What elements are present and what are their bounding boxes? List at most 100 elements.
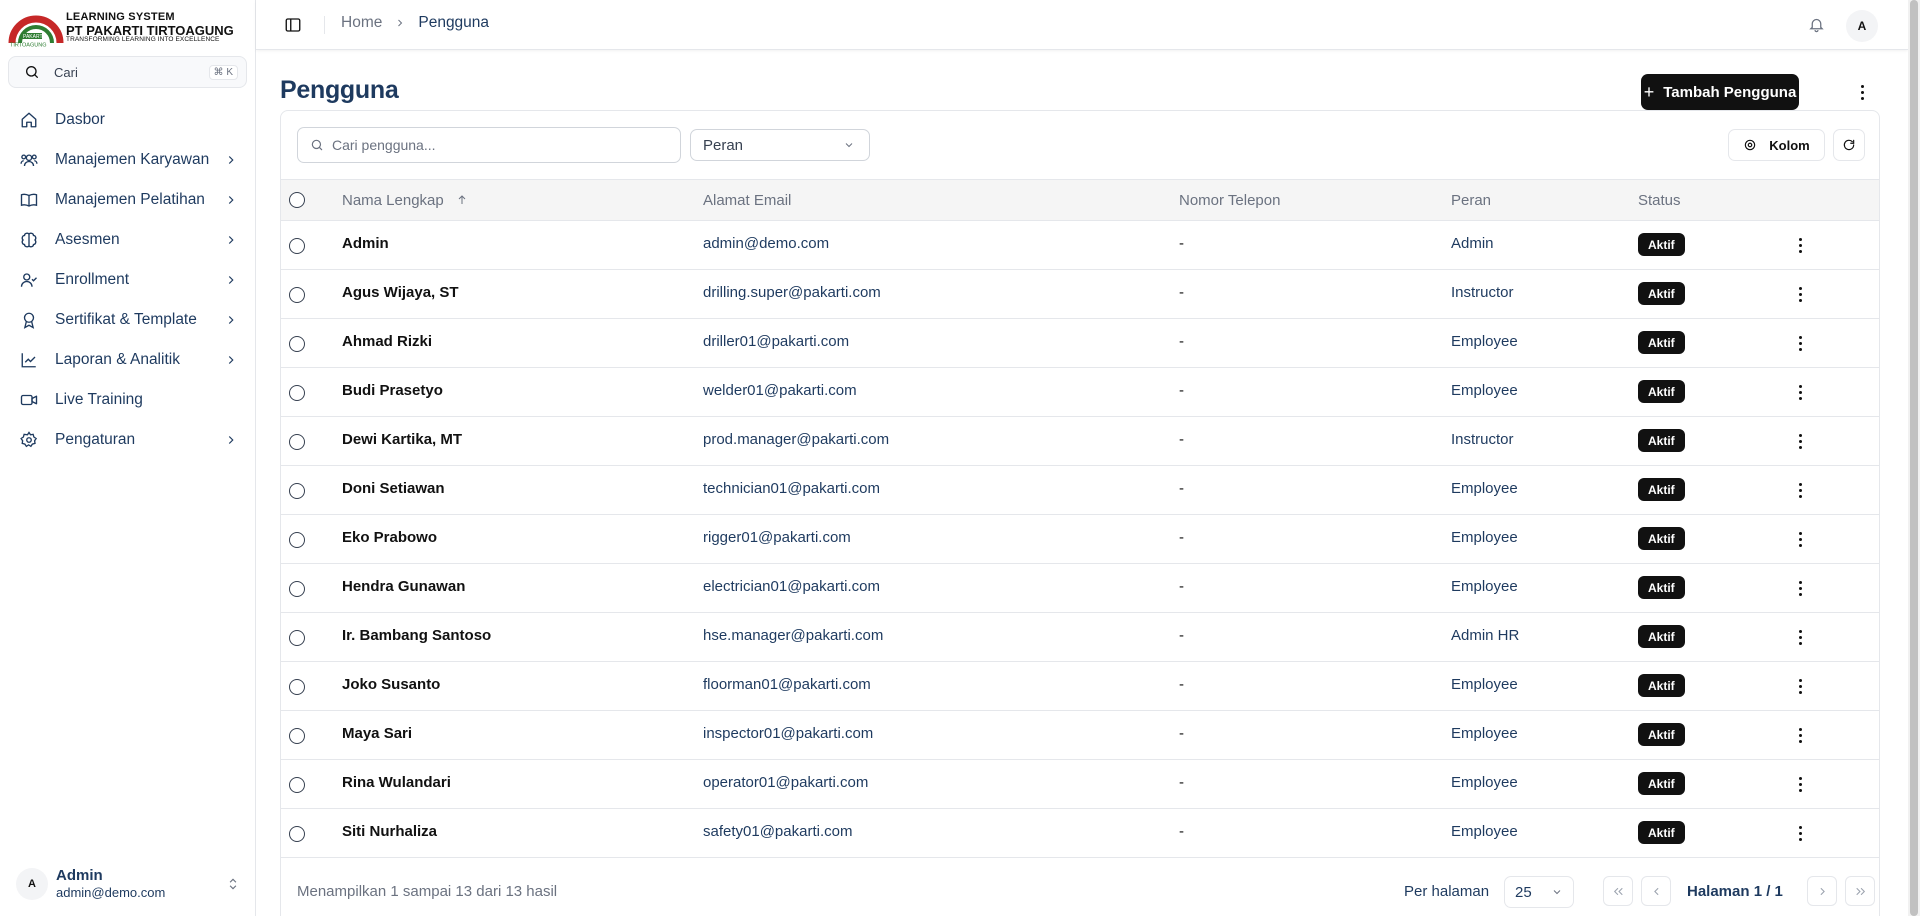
table-row[interactable]: Hendra Gunawan electrician01@pakarti.com… [281,564,1879,613]
cell-email: admin@demo.com [703,235,830,252]
sidebar-item-laporan-analitik[interactable]: Laporan & Analitik [8,340,248,380]
sidebar-toggle-icon[interactable] [284,16,302,34]
table-row[interactable]: Admin admin@demo.com - Admin Aktif [281,221,1879,270]
table-row[interactable]: Maya Sari inspector01@pakarti.com - Empl… [281,711,1879,760]
select-all-checkbox[interactable] [289,192,305,208]
cell-role: Employee [1451,333,1518,350]
row-checkbox[interactable] [289,287,305,303]
row-checkbox[interactable] [289,826,305,842]
table-row[interactable]: Joko Susanto floorman01@pakarti.com - Em… [281,662,1879,711]
row-actions-button[interactable] [1795,723,1805,747]
row-checkbox[interactable] [289,777,305,793]
header-name[interactable]: Nama Lengkap [342,192,468,209]
cell-role: Employee [1451,529,1518,546]
refresh-icon [1843,139,1855,151]
role-filter-select[interactable]: Peran [690,129,870,161]
row-checkbox[interactable] [289,336,305,352]
sidebar-item-enrollment[interactable]: Enrollment [8,260,248,300]
row-actions-button[interactable] [1795,576,1805,600]
brand-logo[interactable]: PAKARTI TIRTOAGUNG LEARNING SYSTEM PT PA… [8,8,248,49]
page-scrollbar[interactable] [1908,0,1920,916]
header-role[interactable]: Peran [1451,192,1491,209]
user-menu[interactable]: A Admin admin@demo.com [8,860,248,908]
sidebar-item-manajemen-karyawan[interactable]: Manajemen Karyawan [8,140,248,180]
table-row[interactable]: Rina Wulandari operator01@pakarti.com - … [281,760,1879,809]
row-actions-button[interactable] [1795,674,1805,698]
table-body: Admin admin@demo.com - Admin Aktif Agus … [281,221,1879,858]
user-search-field[interactable] [297,127,681,163]
row-actions-button[interactable] [1795,772,1805,796]
table-row[interactable]: Ahmad Rizki driller01@pakarti.com - Empl… [281,319,1879,368]
row-actions-button[interactable] [1795,625,1805,649]
user-check-icon [20,271,38,289]
cell-email: prod.manager@pakarti.com [703,431,890,448]
sidebar-search[interactable]: Cari ⌘ K [8,56,247,88]
sidebar-item-sertifikat-template[interactable]: Sertifikat & Template [8,300,248,340]
row-actions-button[interactable] [1795,429,1805,453]
sidebar-item-dasbor[interactable]: Dasbor [8,100,248,140]
table-row[interactable]: Dewi Kartika, MT prod.manager@pakarti.co… [281,417,1879,466]
cell-role: Employee [1451,480,1518,497]
row-checkbox[interactable] [289,630,305,646]
last-page-button[interactable] [1845,876,1875,906]
refresh-button[interactable] [1833,129,1865,161]
cell-role: Employee [1451,823,1518,840]
prev-page-button[interactable] [1641,876,1671,906]
sidebar-item-manajemen-pelatihan[interactable]: Manajemen Pelatihan [8,180,248,220]
row-checkbox[interactable] [289,581,305,597]
row-checkbox[interactable] [289,385,305,401]
status-badge: Aktif [1638,478,1685,501]
cell-name: Joko Susanto [342,676,441,693]
table-row[interactable]: Siti Nurhaliza safety01@pakarti.com - Em… [281,809,1879,858]
row-actions-button[interactable] [1795,821,1805,845]
breadcrumb-home[interactable]: Home [341,14,382,32]
table-header: Nama Lengkap Alamat Email Nomor Telepon … [281,179,1879,221]
row-actions-button[interactable] [1795,380,1805,404]
cell-phone: - [1179,627,1184,644]
row-actions-button[interactable] [1795,282,1805,306]
cell-role: Admin [1451,235,1494,252]
row-actions-button[interactable] [1795,331,1805,355]
user-search-input[interactable] [332,137,672,153]
bell-icon[interactable] [1808,16,1825,33]
scrollbar-thumb[interactable] [1910,0,1918,916]
columns-label: Kolom [1769,137,1810,153]
cell-name: Ir. Bambang Santoso [342,627,492,644]
sidebar-item-asesmen[interactable]: Asesmen [8,220,248,260]
page-more-button[interactable] [1854,80,1870,104]
sidebar-item-pengaturan[interactable]: Pengaturan [8,420,248,460]
header-avatar[interactable]: A [1846,10,1878,42]
row-checkbox[interactable] [289,728,305,744]
row-checkbox[interactable] [289,532,305,548]
cell-phone: - [1179,529,1184,546]
header-status[interactable]: Status [1638,192,1681,209]
per-page-select[interactable]: 25 [1504,876,1574,908]
columns-button[interactable]: Kolom [1728,129,1825,161]
header-phone[interactable]: Nomor Telepon [1179,192,1280,209]
cell-phone: - [1179,823,1184,840]
table-row[interactable]: Ir. Bambang Santoso hse.manager@pakarti.… [281,613,1879,662]
table-row[interactable]: Eko Prabowo rigger01@pakarti.com - Emplo… [281,515,1879,564]
table-row[interactable]: Budi Prasetyo welder01@pakarti.com - Emp… [281,368,1879,417]
chart-line-icon [20,351,38,369]
row-checkbox[interactable] [289,679,305,695]
row-checkbox[interactable] [289,238,305,254]
row-checkbox[interactable] [289,483,305,499]
next-page-button[interactable] [1807,876,1837,906]
cell-name: Eko Prabowo [342,529,438,546]
avatar: A [16,868,48,900]
header-email[interactable]: Alamat Email [703,192,791,209]
cell-role: Employee [1451,382,1518,399]
row-checkbox[interactable] [289,434,305,450]
table-row[interactable]: Agus Wijaya, ST drilling.super@pakarti.c… [281,270,1879,319]
sidebar-item-live-training[interactable]: Live Training [8,380,248,420]
brand-line2: PT PAKARTI TIRTOAGUNG [66,22,234,38]
user-email: admin@demo.com [56,885,166,901]
first-page-button[interactable] [1603,876,1633,906]
row-actions-button[interactable] [1795,478,1805,502]
add-user-button[interactable]: + Tambah Pengguna [1641,74,1799,110]
row-actions-button[interactable] [1795,527,1805,551]
row-actions-button[interactable] [1795,233,1805,257]
sidebar-item-label: Manajemen Karyawan [55,151,210,168]
table-row[interactable]: Doni Setiawan technician01@pakarti.com -… [281,466,1879,515]
